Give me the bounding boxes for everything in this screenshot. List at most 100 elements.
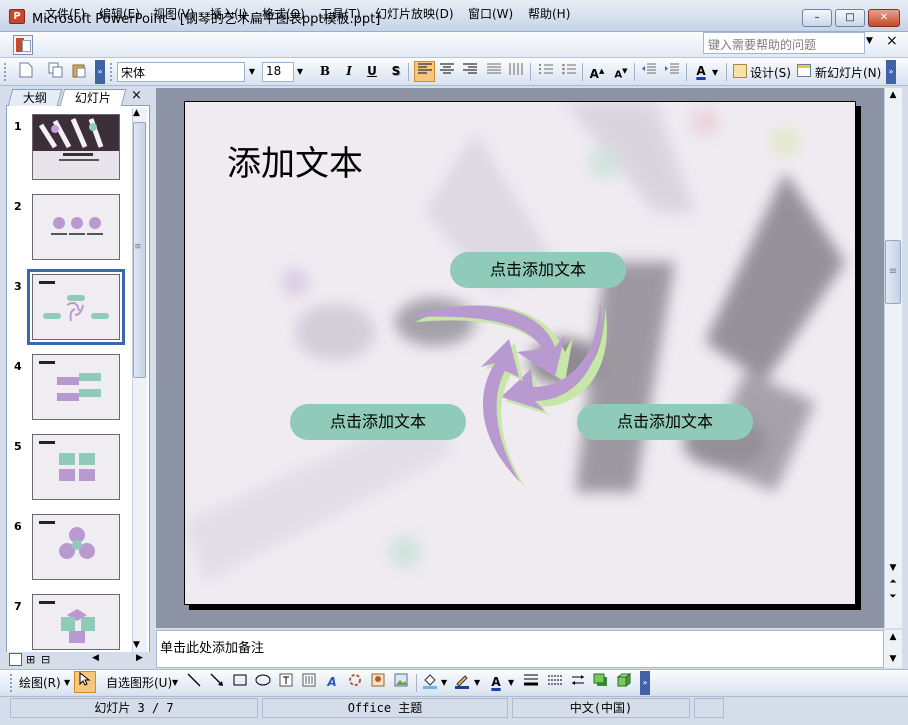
chevron-down-icon[interactable]: ▼ [508,678,514,687]
insert-picture-icon[interactable] [392,673,410,691]
numbering-icon[interactable] [537,62,555,80]
chevron-down-icon[interactable]: ▼ [441,678,447,687]
clip-art-icon[interactable] [369,673,387,691]
copy-icon[interactable] [47,62,65,80]
bold-button[interactable]: B [316,62,334,80]
chevron-down-icon[interactable]: ▼ [866,36,873,46]
scroll-down-arrow-icon[interactable]: ▼ [886,563,900,573]
new-document-icon[interactable] [17,62,35,80]
arrow-style-icon[interactable] [569,673,587,691]
arrow-icon[interactable] [208,673,226,691]
slide-vertical-scrollbar[interactable] [884,88,902,628]
menu-edit[interactable]: 编辑(E) [99,5,140,22]
scroll-right-arrow-icon[interactable]: ▶ [136,653,143,663]
powerpoint-app-icon[interactable]: P [9,9,25,24]
slide-thumbnail-6[interactable] [32,514,120,580]
slide-thumbnail-1[interactable] [32,114,120,180]
diagram-icon[interactable] [346,673,364,691]
font-size-select[interactable]: 18 [262,62,294,82]
notes-pane[interactable]: 单击此处添加备注 [156,630,884,668]
rectangle-icon[interactable] [231,673,249,691]
menu-tools[interactable]: 工具(T) [320,5,361,22]
restore-button[interactable]: □ [835,9,865,27]
menu-file[interactable]: 文件(F) [45,5,85,22]
decrease-font-size-icon[interactable]: A▼ [612,62,630,80]
chevron-down-icon[interactable]: ▼ [246,62,258,82]
slide-sorter-view-icon[interactable]: ⊞ [26,653,35,666]
text-box-icon[interactable] [277,673,295,691]
chevron-down-icon[interactable]: ▼ [712,68,718,77]
paste-icon[interactable] [70,62,88,80]
design-icon[interactable] [733,64,747,78]
scroll-down-arrow-icon[interactable]: ▼ [133,640,140,650]
menu-format[interactable]: 格式(O) [262,5,305,22]
increase-indent-icon[interactable] [663,62,681,80]
menu-window[interactable]: 窗口(W) [468,5,513,22]
close-document-button[interactable]: × [886,33,898,49]
scroll-up-arrow-icon[interactable]: ▲ [133,108,140,118]
slide-title[interactable]: 添加文本 [227,136,363,185]
underline-button[interactable]: U [363,62,381,80]
font-name-select[interactable]: 宋体 [117,62,245,82]
text-placeholder-top[interactable]: 点击添加文本 [450,252,626,288]
slideshow-view-icon[interactable]: ⊟ [41,653,50,666]
increase-font-size-icon[interactable]: A▲ [588,62,606,81]
select-objects-icon[interactable] [74,671,96,693]
bullets-icon[interactable] [560,62,578,80]
distribute-icon[interactable] [507,62,525,80]
slide-thumbnail-4[interactable] [32,354,120,420]
current-slide[interactable]: 添加文本 点击添加文本 点击添加文本 点击添加文本 [184,101,856,605]
tab-outline[interactable]: 大纲 [7,89,63,106]
design-button[interactable]: 设计(S) [750,64,791,81]
menu-help[interactable]: 帮助(H) [528,5,570,22]
new-slide-icon[interactable] [797,64,811,77]
wordart-icon[interactable]: A [323,673,341,691]
shadow-style-icon[interactable] [592,673,610,691]
close-window-button[interactable]: ✕ [868,9,900,27]
help-search-input[interactable]: 键入需要帮助的问题 [703,32,865,54]
dash-style-icon[interactable] [546,673,564,691]
slide-thumbnail-3[interactable] [27,269,125,345]
close-pane-button[interactable]: × [131,88,142,103]
tab-slides[interactable]: 幻灯片 [59,89,127,106]
autoshapes-menu-button[interactable]: 自选图形(U) [106,674,172,691]
shadow-button[interactable]: S [387,62,405,80]
draw-menu-button[interactable]: 绘图(R) [19,674,61,691]
line-style-icon[interactable] [522,673,540,691]
toolbar-grip[interactable] [110,63,113,81]
chevron-down-icon[interactable]: ▼ [474,678,480,687]
font-color-icon[interactable]: A [692,62,710,80]
slide-thumbnail-5[interactable] [32,434,120,500]
slide-thumbnail-2[interactable] [32,194,120,260]
fill-color-icon[interactable] [421,673,439,691]
italic-button[interactable]: I [340,62,358,80]
document-icon[interactable] [13,35,33,55]
cycle-arrows-graphic[interactable] [405,297,635,497]
oval-icon[interactable] [254,673,272,691]
decrease-indent-icon[interactable] [640,62,658,80]
scroll-up-arrow-icon[interactable]: ▲ [886,632,900,642]
align-center-icon[interactable] [438,62,456,80]
chevron-down-icon[interactable]: ▼ [64,678,70,687]
line-icon[interactable] [185,673,203,691]
text-placeholder-right[interactable]: 点击添加文本 [577,404,753,440]
menu-slideshow[interactable]: 幻灯片放映(D) [375,5,454,22]
text-placeholder-left[interactable]: 点击添加文本 [290,404,466,440]
3d-style-icon[interactable] [615,673,633,691]
align-right-icon[interactable] [461,62,479,80]
line-color-icon[interactable] [453,673,471,691]
toolbar-grip[interactable] [4,63,7,81]
toolbar-options-icon[interactable]: » [640,671,650,695]
previous-slide-icon[interactable]: ⏶ [886,577,900,587]
slide-thumbnail-7[interactable] [32,594,120,650]
vertical-text-box-icon[interactable] [300,673,318,691]
toolbar-grip[interactable] [10,674,13,692]
chevron-down-icon[interactable]: ▼ [294,62,306,82]
font-color-icon[interactable]: A [487,673,505,691]
next-slide-icon[interactable]: ⏷ [886,592,900,602]
chevron-down-icon[interactable]: ▼ [172,678,178,687]
new-slide-button[interactable]: 新幻灯片(N) [815,64,881,81]
justify-icon[interactable] [485,62,503,80]
scroll-left-arrow-icon[interactable]: ◀ [92,653,99,663]
toolbar-options-icon[interactable]: » [886,60,896,84]
